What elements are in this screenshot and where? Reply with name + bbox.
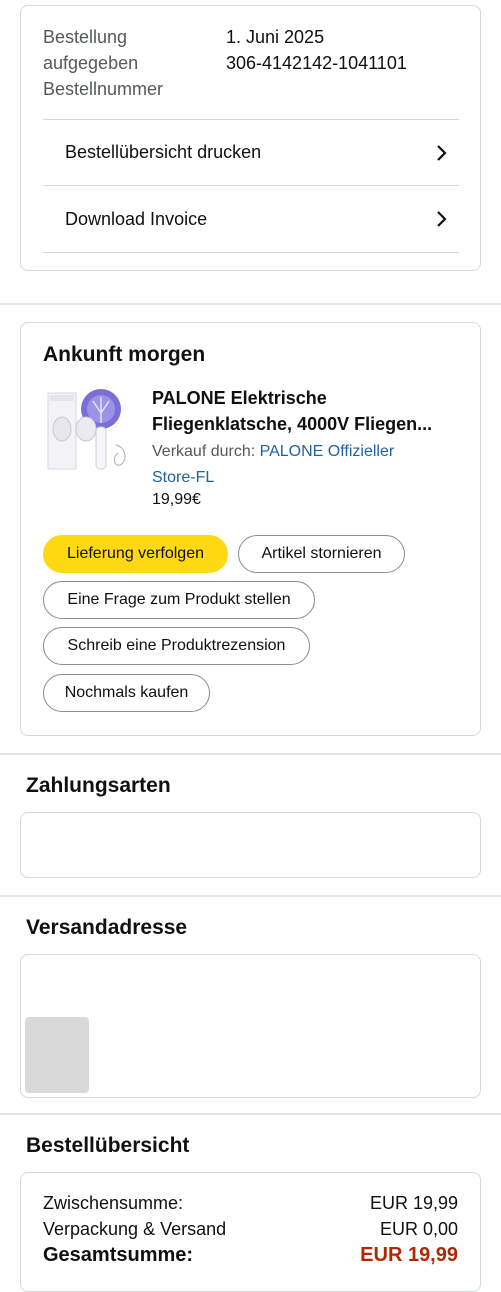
download-invoice-link[interactable]: Download Invoice <box>43 185 459 253</box>
shipment-card: Ankunft morgen PALONE Elektrische Fliege… <box>20 322 481 736</box>
order-placed-label-line1: Bestellung <box>43 27 128 47</box>
section-divider <box>0 753 501 755</box>
cancel-item-button[interactable]: Artikel stornieren <box>238 535 405 573</box>
chevron-right-icon <box>437 211 447 227</box>
write-review-button[interactable]: Schreib eine Produktrezension <box>43 627 310 665</box>
ask-product-question-button[interactable]: Eine Frage zum Produkt stellen <box>43 581 315 619</box>
seller-prefix: Verkauf durch: <box>152 443 260 460</box>
buy-again-button[interactable]: Nochmals kaufen <box>43 674 210 712</box>
subtotal-label: Zwischensumme: <box>43 1193 184 1213</box>
total-value: EUR 19,99 <box>360 1244 458 1266</box>
seller-name-line1: PALONE Offizieller <box>259 443 395 460</box>
payment-methods-card <box>20 812 481 878</box>
product-price: 19,99€ <box>152 491 201 508</box>
order-summary-heading: Bestellübersicht <box>26 1134 190 1157</box>
product-title-line2: Fliegenklatsche, 4000V Fliegen... <box>152 414 433 434</box>
print-order-summary-label: Bestellübersicht drucken <box>65 142 262 162</box>
order-number: 306-4142142-1041101 <box>226 53 407 73</box>
arrival-heading: Ankunft morgen <box>43 343 206 366</box>
order-summary-card: Zwischensumme: EUR 19,99 Verpackung & Ve… <box>20 1172 481 1292</box>
shipping-address-heading: Versandadresse <box>26 916 188 939</box>
product-title[interactable]: PALONE Elektrische Fliegenklatsche, 4000… <box>152 385 462 437</box>
order-placed-label-line2: aufgegeben <box>43 53 139 73</box>
subtotal-value: EUR 19,99 <box>369 1193 458 1213</box>
seller-name-line2: Store-FL <box>152 469 215 486</box>
download-invoice-label: Download Invoice <box>65 208 208 229</box>
total-label: Gesamtsumme: <box>43 1244 194 1266</box>
order-number-label: Bestellnummer <box>43 79 164 99</box>
shipping-address-card <box>20 954 481 1098</box>
shipping-cost-value: EUR 0,00 <box>379 1219 458 1239</box>
print-order-summary-link[interactable]: Bestellübersicht drucken <box>43 119 459 185</box>
product-image[interactable] <box>46 387 136 477</box>
seller-info: Verkauf durch: PALONE Offizieller Store-F… <box>152 439 452 491</box>
section-divider <box>0 895 501 897</box>
product-title-line1: PALONE Elektrische <box>152 388 327 408</box>
order-date: 1. Juni 2025 <box>226 27 325 47</box>
redacted-address-block <box>25 1017 89 1093</box>
track-delivery-button[interactable]: Lieferung verfolgen <box>43 535 228 573</box>
chevron-right-icon <box>437 144 447 161</box>
payment-methods-heading: Zahlungsarten <box>26 774 171 797</box>
order-info-card: Bestellung aufgegeben Bestellnummer 1. J… <box>20 5 481 271</box>
section-divider <box>0 1113 501 1115</box>
section-divider <box>0 303 501 305</box>
shipping-cost-label: Verpackung & Versand <box>43 1219 227 1239</box>
